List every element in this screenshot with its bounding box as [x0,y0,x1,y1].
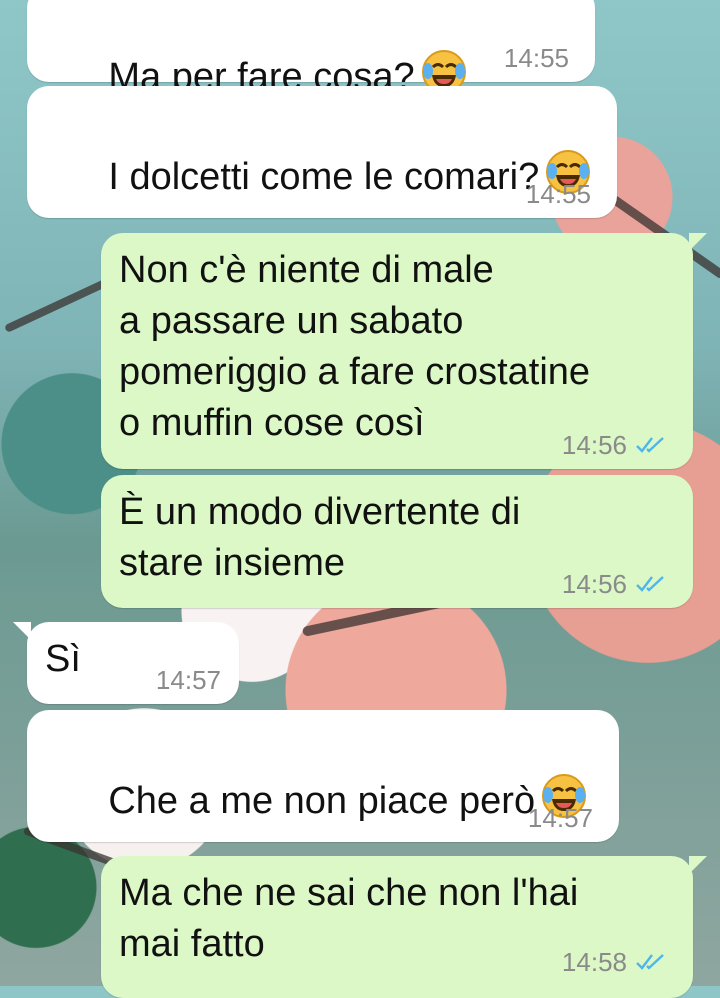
message-time: 14:56 [561,430,627,460]
message-time: 14:57 [155,665,221,695]
message-text: Non c'è niente di male a passare un saba… [119,249,591,444]
message-time: 14:56 [561,569,627,599]
message-time: 14:55 [503,43,569,73]
chat-thread: Ma per fare cosa? 14:55 I dolcetti come … [0,0,720,998]
message-time: 14:55 [525,179,591,209]
bubble-tail [689,856,707,874]
message-incoming[interactable]: I dolcetti come le comari? 14:55 [27,86,617,218]
double-check-read-icon [636,437,664,453]
message-incoming[interactable]: Ma per fare cosa? 14:55 [27,0,595,98]
bubble-tail [13,622,31,640]
double-check-read-icon [636,954,664,970]
message-outgoing[interactable]: Non c'è niente di male a passare un saba… [101,233,707,469]
message-text: I dolcetti come le comari? [108,156,540,198]
message-incoming[interactable]: Che a me non piace però 14:57 [27,710,619,842]
message-time: 14:58 [561,947,627,977]
message-incoming[interactable]: Sì 14:57 [13,622,239,704]
double-check-read-icon [636,576,664,592]
message-time: 14:57 [527,803,593,833]
message-outgoing[interactable]: Ma che ne sai che non l'hai mai fatto 14… [101,856,707,998]
message-text: Che a me non piace però [108,780,536,822]
message-outgoing[interactable]: È un modo divertente di stare insieme 14… [101,475,693,608]
bubble-tail [689,233,707,251]
